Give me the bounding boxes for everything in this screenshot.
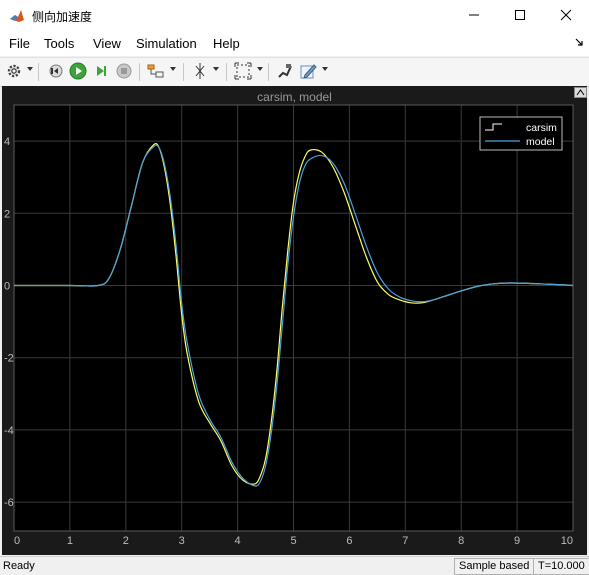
menu-tools[interactable]: Tools [44, 36, 74, 51]
status-text: Ready [3, 560, 35, 572]
zoom-fit-icon [234, 62, 252, 83]
edit-icon [299, 62, 317, 83]
close-icon [560, 9, 572, 24]
separator [139, 63, 140, 81]
stop-icon [116, 63, 132, 82]
highlight-dropdown-icon[interactable] [170, 67, 176, 71]
toolbar [0, 57, 589, 87]
step-back-button[interactable] [45, 62, 65, 82]
highlight-block-icon [147, 63, 165, 82]
style-button[interactable] [275, 62, 295, 82]
sample-mode-indicator: Sample based [454, 558, 535, 575]
cursor-dropdown-icon[interactable] [213, 67, 219, 71]
separator [38, 63, 39, 81]
menu-simulation[interactable]: Simulation [136, 36, 197, 51]
minimize-icon [468, 9, 480, 24]
axes-title: carsim, model [257, 90, 332, 104]
edit-button[interactable] [298, 62, 318, 82]
menu-bar: File Tools View Simulation Help [0, 32, 589, 56]
cursor-measure-button[interactable] [190, 62, 210, 82]
style-icon [277, 63, 293, 82]
edit-dropdown-icon[interactable] [322, 67, 328, 71]
window-title: 侧向加速度 [32, 10, 93, 24]
expand-icon [575, 88, 586, 97]
zoom-fit-button[interactable] [233, 62, 253, 82]
settings-dropdown-icon[interactable] [27, 67, 33, 71]
matlab-logo-icon [9, 8, 25, 24]
simulation-time: T=10.000 [533, 558, 589, 575]
settings-button[interactable] [4, 62, 24, 82]
separator [268, 63, 269, 81]
separator [183, 63, 184, 81]
scope-plot-area [2, 86, 587, 555]
stop-button[interactable] [114, 62, 134, 82]
maximize-icon [514, 9, 526, 24]
undock-arrow-icon[interactable] [575, 38, 583, 49]
step-forward-icon [93, 63, 109, 82]
minimize-button[interactable] [451, 0, 497, 32]
zoom-dropdown-icon[interactable] [257, 67, 263, 71]
menu-file[interactable]: File [9, 36, 30, 51]
status-bar: Ready Sample based T=10.000 [0, 556, 589, 575]
gear-icon [6, 63, 22, 82]
maximize-button[interactable] [497, 0, 543, 32]
cursor-measure-icon [192, 62, 208, 83]
run-button[interactable] [68, 62, 88, 82]
menu-help[interactable]: Help [213, 36, 240, 51]
title-bar: 侧向加速度 [0, 0, 589, 32]
step-forward-button[interactable] [91, 62, 111, 82]
step-back-icon [47, 63, 63, 82]
expand-axes-button[interactable] [574, 87, 587, 98]
play-icon [69, 62, 87, 83]
menu-view[interactable]: View [93, 36, 121, 51]
separator [226, 63, 227, 81]
close-button[interactable] [543, 0, 589, 32]
highlight-block-button[interactable] [146, 62, 166, 82]
